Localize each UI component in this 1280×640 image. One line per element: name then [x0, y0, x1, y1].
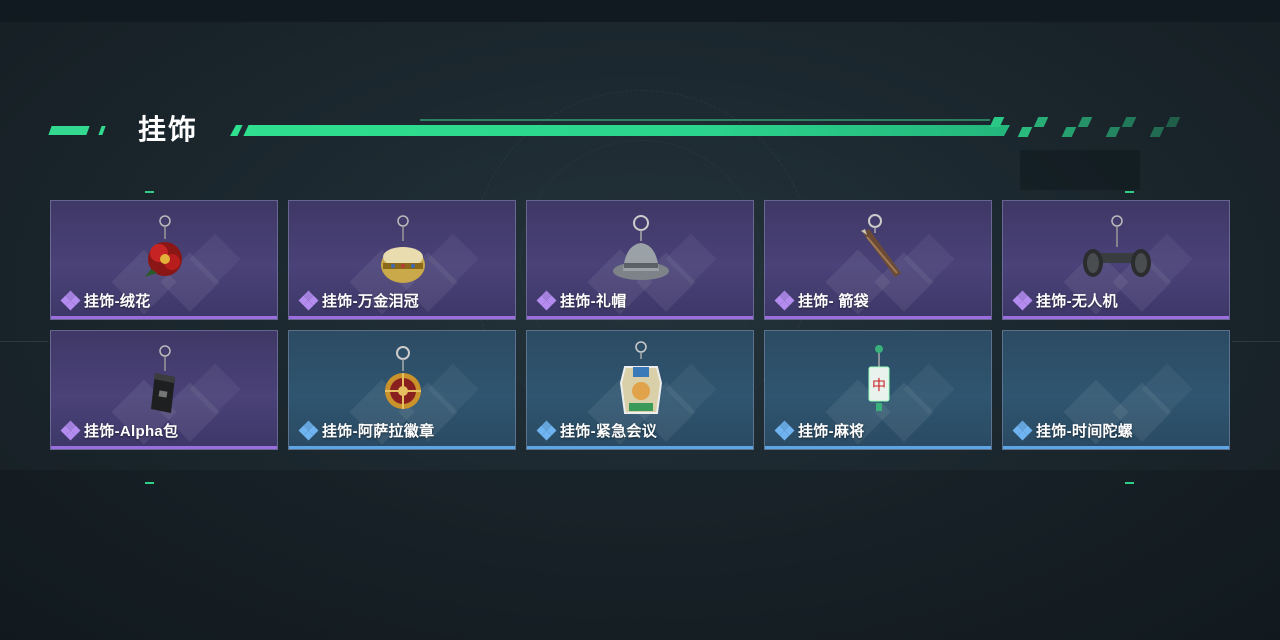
charm-label: 挂饰-麻将 — [774, 420, 865, 441]
charm-name: 挂饰-无人机 — [1036, 293, 1118, 310]
charm-label: 挂饰-礼帽 — [536, 290, 627, 311]
charm-name: 挂饰-万金泪冠 — [322, 293, 420, 310]
header-thin-line — [420, 119, 990, 121]
checker-square — [1061, 127, 1077, 137]
header-accent-bar — [230, 125, 1010, 136]
rarity-bar — [289, 316, 515, 319]
charm-label: 挂饰-Alpha包 — [60, 420, 179, 441]
charm-card[interactable]: 挂饰-万金泪冠 — [288, 200, 516, 320]
checker-square — [1105, 127, 1121, 137]
checker-square — [1121, 117, 1137, 127]
rarity-gem-icon — [1012, 290, 1033, 311]
charm-label: 挂饰-阿萨拉徽章 — [298, 420, 435, 441]
header-dash-small — [98, 126, 106, 135]
charm-card[interactable]: 挂饰- 箭袋 — [764, 200, 992, 320]
side-line-left — [0, 341, 48, 342]
charm-name: 挂饰-绒花 — [84, 293, 151, 310]
charm-card[interactable]: 挂饰-阿萨拉徽章 — [288, 330, 516, 450]
alpha-bag-charm-icon — [151, 345, 175, 413]
corner-tick — [145, 191, 154, 193]
charm-name: 挂饰-阿萨拉徽章 — [322, 423, 435, 440]
charm-label: 挂饰-万金泪冠 — [298, 290, 420, 311]
rarity-bar — [289, 446, 515, 449]
svg-text:中: 中 — [872, 378, 886, 394]
charm-name: 挂饰-礼帽 — [560, 293, 627, 310]
top-band — [0, 0, 1280, 22]
rarity-bar — [765, 316, 991, 319]
charm-card[interactable]: 中 挂饰-麻将 — [764, 330, 992, 450]
charm-card[interactable]: 挂饰-无人机 — [1002, 200, 1230, 320]
drone-charm-icon — [1083, 215, 1151, 277]
top-hat-charm-icon — [613, 215, 669, 280]
mahjong-charm-icon: 中 — [868, 345, 890, 411]
rarity-gem-icon — [298, 420, 319, 441]
checker-square — [1149, 127, 1165, 137]
charm-name: 挂饰-麻将 — [798, 423, 865, 440]
charm-name: 挂饰-时间陀螺 — [1036, 423, 1134, 440]
rarity-bar — [51, 316, 277, 319]
emergency-meeting-charm-icon — [619, 341, 663, 414]
rarity-gem-icon — [1012, 420, 1033, 441]
background-shape — [1020, 150, 1140, 190]
rarity-gem-icon — [298, 290, 319, 311]
rarity-gem-icon — [536, 290, 557, 311]
rarity-gem-icon — [774, 290, 795, 311]
quiver-charm-icon — [861, 214, 901, 277]
rarity-gem-icon — [60, 420, 81, 441]
corner-tick — [1125, 191, 1134, 193]
charm-label: 挂饰-绒花 — [60, 290, 151, 311]
checker-square — [1077, 117, 1093, 127]
rarity-bar — [527, 446, 753, 449]
charm-grid: 挂饰-绒花 挂饰-万金泪冠 挂饰-礼帽 挂饰- 箭袋 挂饰-无人机 挂饰-Alp… — [50, 200, 1230, 450]
corner-tick — [145, 482, 154, 484]
charm-label: 挂饰- 箭袋 — [774, 290, 869, 311]
charm-label: 挂饰-时间陀螺 — [1012, 420, 1134, 441]
rarity-bar — [765, 446, 991, 449]
rarity-gem-icon — [536, 420, 557, 441]
header-checker-pattern — [989, 117, 1200, 137]
charm-name: 挂饰- 箭袋 — [798, 293, 869, 310]
rarity-bar — [51, 446, 277, 449]
checker-square — [989, 117, 1005, 127]
header-dash — [48, 126, 90, 135]
velvet-flower-charm-icon — [145, 215, 182, 277]
page-title: 挂饰 — [138, 114, 199, 145]
rarity-bar — [527, 316, 753, 319]
charm-label: 挂饰-紧急会议 — [536, 420, 658, 441]
background-floor — [0, 470, 1280, 640]
rarity-gem-icon — [774, 420, 795, 441]
charm-card[interactable]: 挂饰-紧急会议 — [526, 330, 754, 450]
checker-square — [1017, 127, 1033, 137]
rarity-bar — [1003, 446, 1229, 449]
rarity-bar — [1003, 316, 1229, 319]
charm-name: 挂饰-Alpha包 — [84, 423, 179, 440]
charm-card[interactable]: 挂饰-绒花 — [50, 200, 278, 320]
charm-card[interactable]: 挂饰-时间陀螺 — [1002, 330, 1230, 450]
charm-card[interactable]: 挂饰-礼帽 — [526, 200, 754, 320]
checker-square — [1165, 117, 1181, 127]
side-line-right — [1232, 341, 1280, 342]
rarity-gem-icon — [60, 290, 81, 311]
charm-name: 挂饰-紧急会议 — [560, 423, 658, 440]
asara-badge-charm-icon — [385, 346, 421, 409]
charm-label: 挂饰-无人机 — [1012, 290, 1118, 311]
checker-square — [1033, 117, 1049, 127]
corner-tick — [1125, 482, 1134, 484]
golden-crown-charm-icon — [381, 215, 425, 283]
charm-card[interactable]: 挂饰-Alpha包 — [50, 330, 278, 450]
